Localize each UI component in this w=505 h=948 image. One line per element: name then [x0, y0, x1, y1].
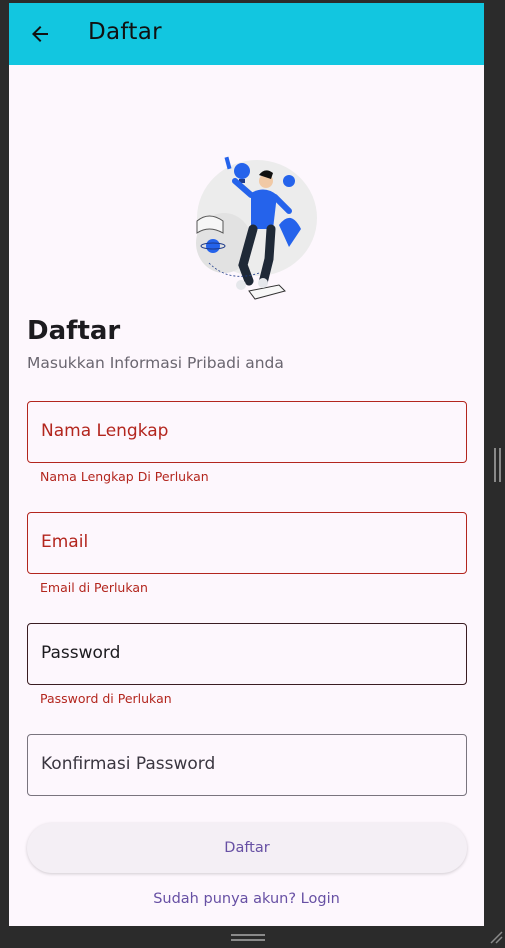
- handle-line: [499, 448, 501, 482]
- email-label: Email: [41, 532, 89, 552]
- full-name-error: Nama Lengkap Di Perlukan: [40, 469, 209, 484]
- app-screen: Daftar Daftar Masukkan Informasi Pribadi…: [9, 3, 484, 926]
- app-bar: Daftar: [9, 3, 484, 65]
- password-label: Password: [41, 643, 121, 663]
- handle-line: [231, 939, 265, 941]
- resize-grip-icon[interactable]: [489, 930, 503, 944]
- arrow-back-icon: [32, 26, 48, 42]
- password-error: Password di Perlukan: [40, 691, 172, 706]
- person-with-ideas-illustration: [196, 156, 317, 300]
- full-name-label: Nama Lengkap: [41, 421, 169, 441]
- handle-line: [231, 934, 265, 936]
- back-button[interactable]: [21, 15, 59, 53]
- handle-line: [494, 448, 496, 482]
- email-field[interactable]: Email: [27, 512, 467, 574]
- confirm-password-label: Konfirmasi Password: [41, 754, 216, 774]
- email-error: Email di Perlukan: [40, 580, 148, 595]
- page-title: Daftar: [27, 316, 121, 346]
- password-field[interactable]: Password: [27, 623, 467, 685]
- register-button[interactable]: Daftar: [27, 823, 467, 873]
- resize-handle-side[interactable]: [494, 448, 502, 482]
- resize-handle-bottom[interactable]: [231, 934, 265, 942]
- confirm-password-field[interactable]: Konfirmasi Password: [27, 734, 467, 796]
- login-link[interactable]: Sudah punya akun? Login: [9, 891, 484, 907]
- full-name-field[interactable]: Nama Lengkap: [27, 401, 467, 463]
- page-subtitle: Masukkan Informasi Pribadi anda: [27, 354, 284, 372]
- app-bar-title: Daftar: [88, 19, 162, 45]
- register-button-label: Daftar: [224, 840, 270, 856]
- device-frame: Daftar Daftar Masukkan Informasi Pribadi…: [0, 0, 505, 948]
